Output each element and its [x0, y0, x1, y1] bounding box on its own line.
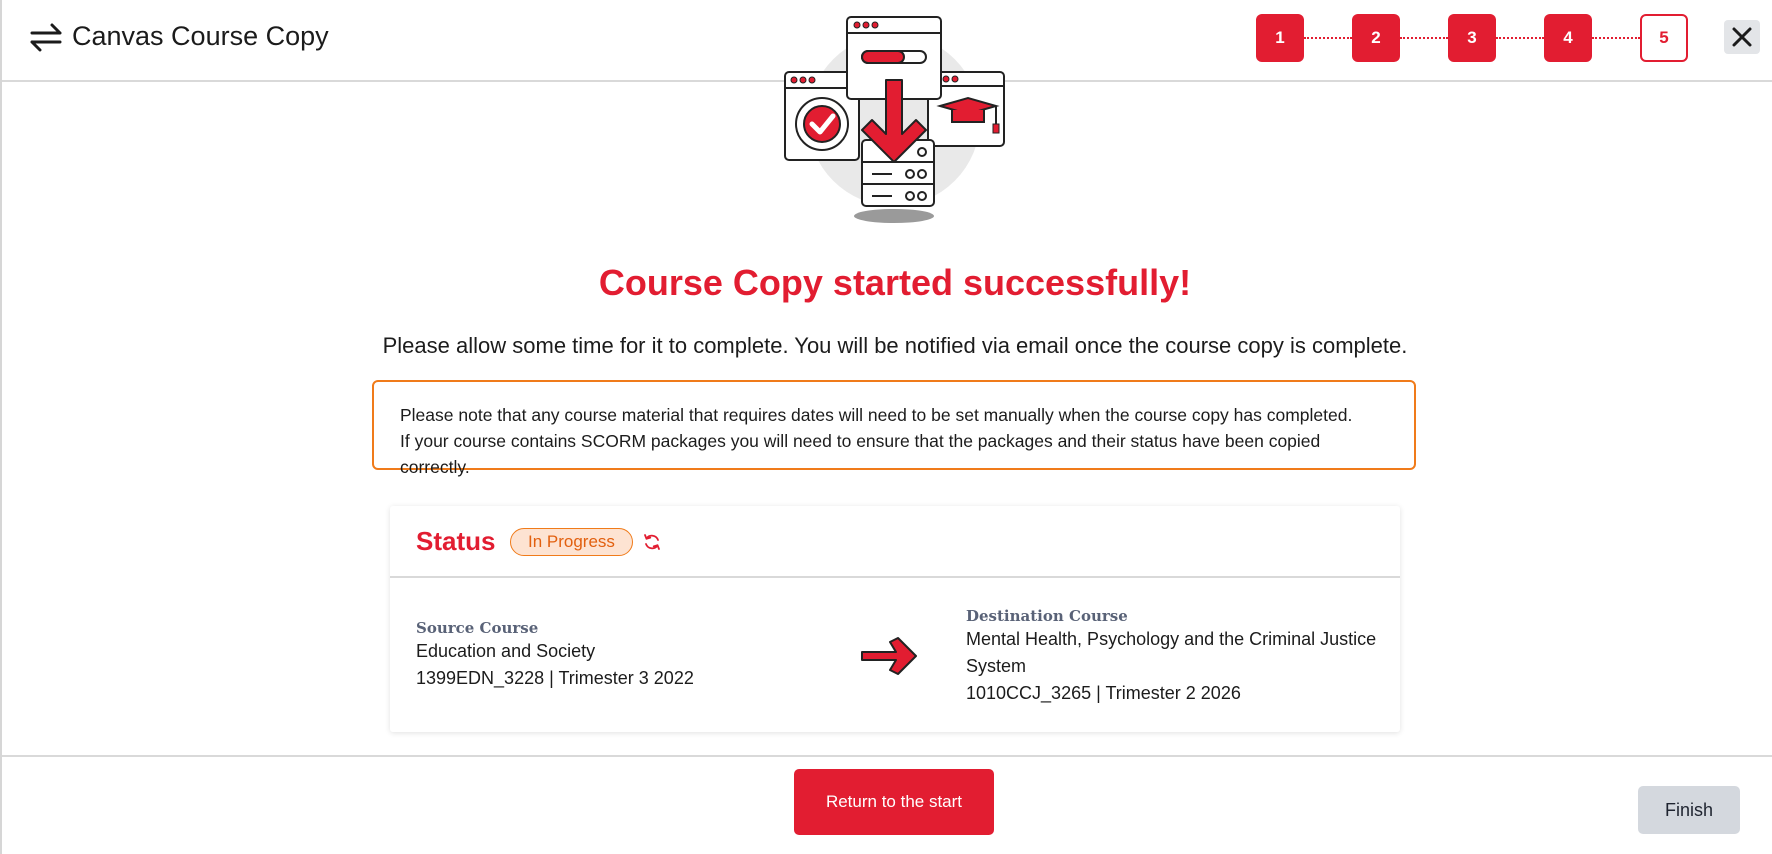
- step-connector: [1400, 37, 1448, 39]
- app-frame: Canvas Course Copy 1 2 3 4 5 Course Copy…: [0, 0, 1772, 854]
- status-card: Status In Progress Source Course Educati…: [390, 506, 1400, 732]
- destination-course-label: Destination Course: [966, 607, 1128, 625]
- source-course: Source Course Education and Society 1399…: [416, 618, 694, 692]
- refresh-icon[interactable]: [642, 532, 662, 552]
- close-icon: [1732, 27, 1752, 47]
- footer: Return to the start Finish: [2, 755, 1772, 854]
- step-connector: [1496, 37, 1544, 39]
- step-connector: [1592, 37, 1640, 39]
- status-header: Status In Progress: [390, 506, 1400, 578]
- swap-arrows-icon: [30, 23, 62, 52]
- destination-course-name: Mental Health, Psychology and the Crimin…: [966, 629, 1377, 676]
- progress-stepper: 1 2 3 4 5: [1256, 14, 1688, 62]
- status-badge: In Progress: [510, 528, 633, 556]
- step-connector: [1304, 37, 1352, 39]
- notice-box: Please note that any course material tha…: [372, 380, 1416, 477]
- source-course-label: Source Course: [416, 619, 539, 637]
- destination-course: Destination Course Mental Health, Psycho…: [966, 606, 1386, 707]
- return-to-start-button[interactable]: Return to the start: [794, 769, 994, 835]
- completion-message: Please allow some time for it to complet…: [382, 333, 1408, 358]
- notice-line-scorm: If your course contains SCORM packages y…: [400, 431, 1321, 477]
- success-headline: Course Copy started successfully!: [598, 262, 1192, 303]
- destination-course-detail: 1010CCJ_3265 | Trimester 2 2026: [966, 683, 1241, 703]
- arrow-right-icon: [861, 637, 917, 675]
- step-5-current[interactable]: 5: [1640, 14, 1688, 62]
- step-1[interactable]: 1: [1256, 14, 1304, 62]
- close-button[interactable]: [1724, 20, 1760, 54]
- status-title: Status: [416, 526, 496, 556]
- step-4[interactable]: 4: [1544, 14, 1592, 62]
- source-course-detail: 1399EDN_3228 | Trimester 3 2022: [416, 668, 694, 688]
- notice-line-dates: Please note that any course material tha…: [400, 405, 1353, 425]
- step-3[interactable]: 3: [1448, 14, 1496, 62]
- app-title: Canvas Course Copy: [72, 21, 329, 51]
- course-copy-download-illustration: [784, 16, 1005, 223]
- source-course-name: Education and Society: [416, 641, 596, 661]
- finish-button[interactable]: Finish: [1638, 786, 1740, 834]
- step-2[interactable]: 2: [1352, 14, 1400, 62]
